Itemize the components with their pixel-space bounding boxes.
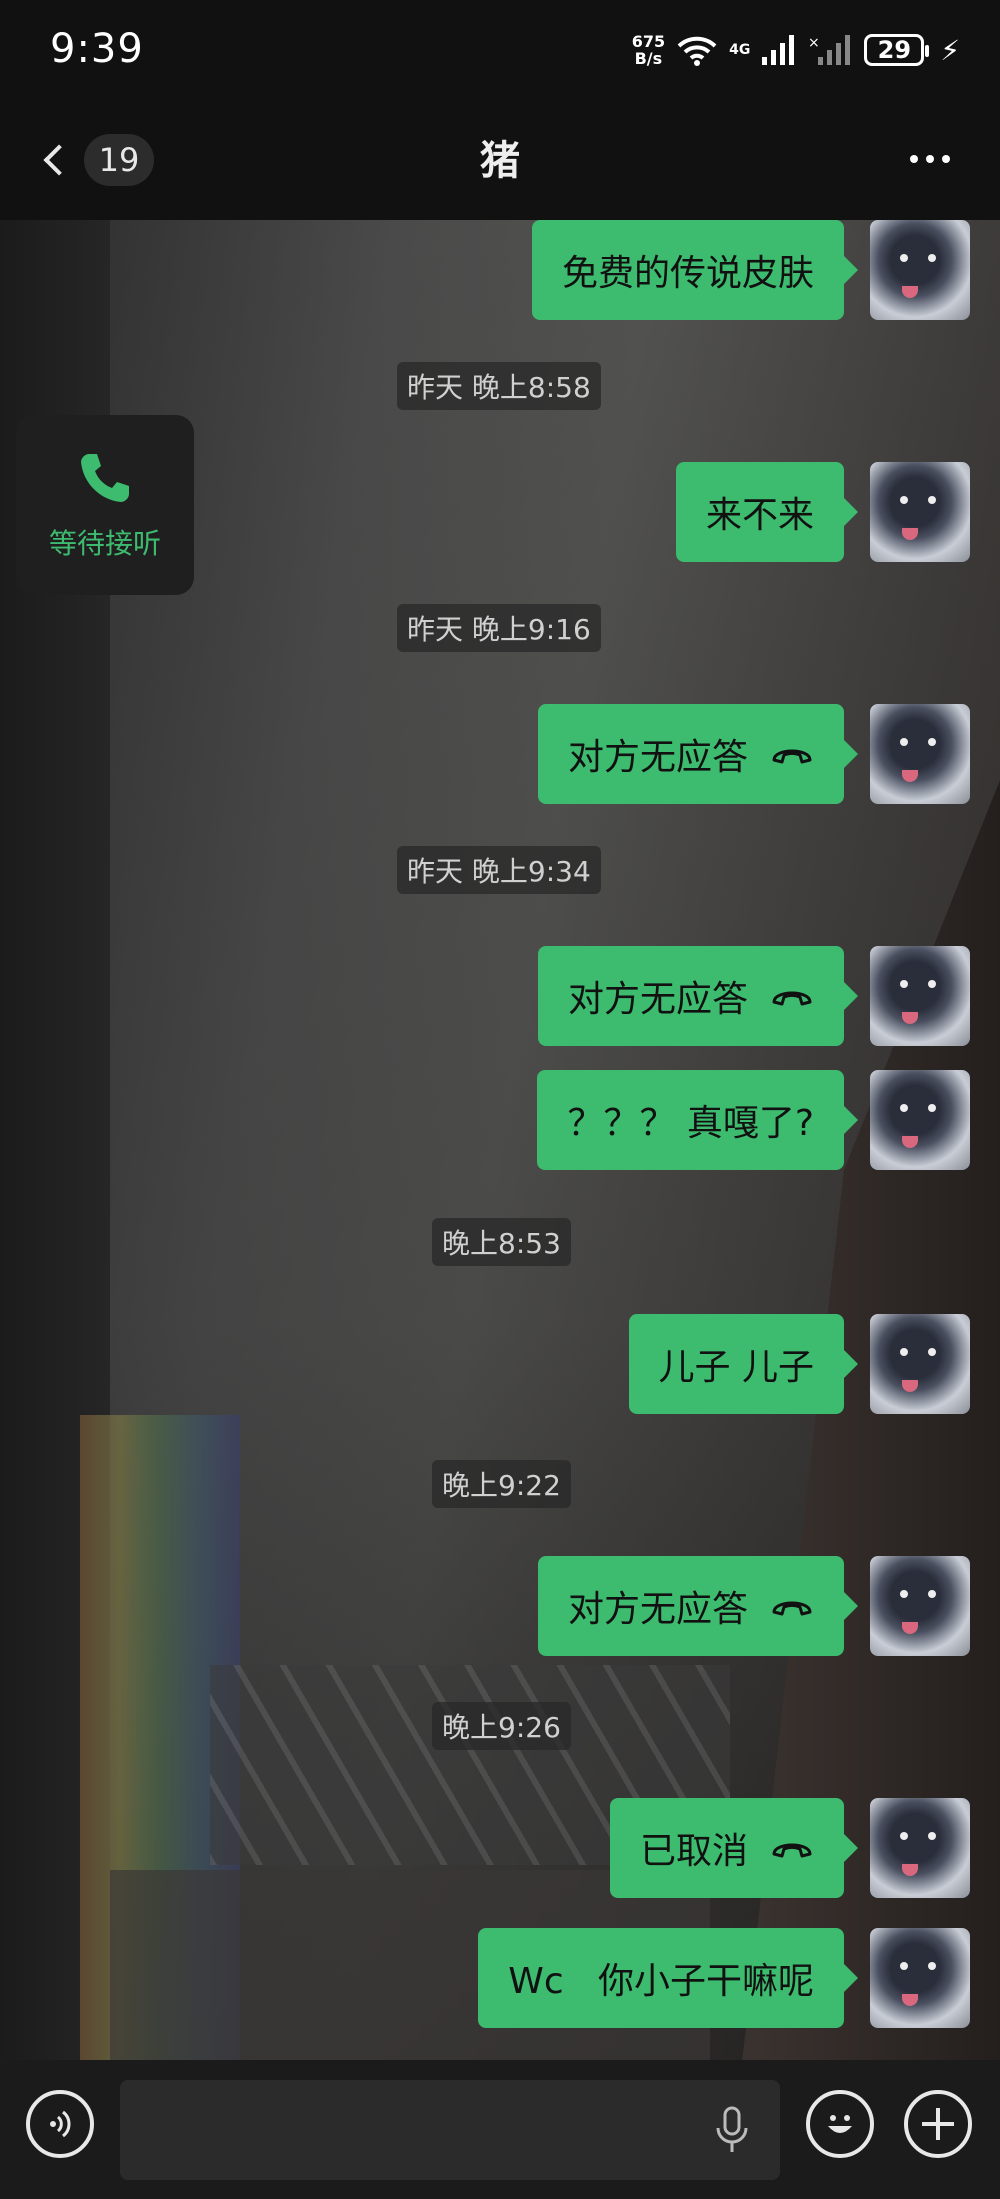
timestamp: 晚上8:53 xyxy=(432,1218,571,1266)
smiley-face-icon xyxy=(828,2115,852,2133)
message-row: 对方无应答 xyxy=(537,704,970,804)
timestamp: 昨天 晚上8:58 xyxy=(397,362,601,410)
call-record-bubble[interactable]: 已取消 xyxy=(609,1798,859,1898)
status-time: 9:39 xyxy=(50,26,144,72)
hangup-icon xyxy=(772,991,812,1006)
message-row: 免费的传说皮肤 xyxy=(531,220,970,320)
input-bar xyxy=(0,2060,1000,2199)
timestamp: 晚上9:26 xyxy=(432,1702,571,1750)
charging-icon: ⚡ xyxy=(940,33,960,67)
avatar[interactable] xyxy=(870,1070,970,1170)
voice-wave-icon xyxy=(50,2110,71,2138)
message-bubble[interactable]: Wc 你小子干嘛呢 xyxy=(478,1928,858,2028)
message-row: 来不来 xyxy=(675,462,970,562)
message-text: 免费的传说皮肤 xyxy=(561,253,814,294)
chat-header: 19 猪 xyxy=(0,100,1000,220)
signal-2-icon: × xyxy=(808,35,851,65)
message-text: Wc 你小子干嘛呢 xyxy=(508,1961,814,2002)
network-speed-value: 675 xyxy=(631,32,666,51)
avatar[interactable] xyxy=(870,1556,970,1656)
message-row: Wc 你小子干嘛呢 xyxy=(478,1928,970,2028)
avatar[interactable] xyxy=(870,1798,970,1898)
message-text: 已取消 xyxy=(639,1831,748,1872)
plus-sign-icon xyxy=(922,2108,954,2140)
status-icons: 675 B/s 4G × 29 ⚡ xyxy=(632,28,960,72)
chat-title: 猪 xyxy=(480,138,520,184)
status-bar: 9:39 675 B/s 4G × 29 ⚡ xyxy=(0,0,1000,100)
call-record-bubble[interactable]: 对方无应答 xyxy=(537,946,859,1046)
message-row: ？？？ 真嘎了? xyxy=(537,1070,970,1170)
avatar[interactable] xyxy=(870,946,970,1046)
hangup-icon xyxy=(772,749,812,764)
svg-text:×: × xyxy=(808,35,820,51)
hangup-icon xyxy=(772,1843,812,1858)
message-bubble[interactable]: ？？？ 真嘎了? xyxy=(537,1070,858,1170)
message-bubble[interactable]: 来不来 xyxy=(675,462,859,562)
mic-icon[interactable] xyxy=(712,2106,752,2156)
call-status-label: 等待接听 xyxy=(48,527,161,560)
phone-icon xyxy=(81,454,129,502)
message-text: 对方无应答 xyxy=(567,737,748,778)
call-record-bubble[interactable]: 对方无应答 xyxy=(537,704,859,804)
timestamp: 昨天 晚上9:34 xyxy=(397,846,601,894)
hangup-icon xyxy=(772,1601,812,1616)
message-text: ？？？ 真嘎了? xyxy=(567,1103,814,1144)
message-text: 儿子 儿子 xyxy=(658,1347,814,1388)
emoji-icon[interactable] xyxy=(806,2090,874,2158)
plus-icon[interactable] xyxy=(904,2090,972,2158)
network-speed: 675 B/s xyxy=(632,33,665,67)
message-bubble[interactable]: 儿子 儿子 xyxy=(628,1314,859,1414)
wifi-icon xyxy=(677,36,717,66)
more-icon[interactable] xyxy=(910,144,960,174)
avatar[interactable] xyxy=(870,1314,970,1414)
timestamp: 晚上9:22 xyxy=(432,1460,571,1508)
message-text: 来不来 xyxy=(705,495,814,536)
voice-icon[interactable] xyxy=(26,2090,94,2158)
avatar[interactable] xyxy=(870,704,970,804)
network-speed-unit: B/s xyxy=(634,49,663,68)
message-text: 对方无应答 xyxy=(567,1589,748,1630)
battery-indicator: 29 xyxy=(864,34,930,66)
floating-call-widget[interactable]: 等待接听 xyxy=(16,415,194,595)
avatar[interactable] xyxy=(870,220,970,320)
message-row: 儿子 儿子 xyxy=(628,1314,970,1414)
message-bubble[interactable]: 免费的传说皮肤 xyxy=(531,220,859,320)
chat-area[interactable]: 免费的传说皮肤 昨天 晚上8:58 来不来 昨天 晚上9:16 对方无应答 昨天… xyxy=(0,220,1000,2060)
message-row: 已取消 xyxy=(609,1798,970,1898)
message-row: 对方无应答 xyxy=(537,1556,970,1656)
network-type-label: 4G xyxy=(729,42,751,58)
signal-icon xyxy=(762,35,795,65)
message-input[interactable] xyxy=(120,2080,780,2180)
call-record-bubble[interactable]: 对方无应答 xyxy=(537,1556,859,1656)
avatar[interactable] xyxy=(870,1928,970,2028)
avatar[interactable] xyxy=(870,462,970,562)
message-row: 对方无应答 xyxy=(537,946,970,1046)
timestamp: 昨天 晚上9:16 xyxy=(397,604,601,652)
message-text: 对方无应答 xyxy=(567,979,748,1020)
